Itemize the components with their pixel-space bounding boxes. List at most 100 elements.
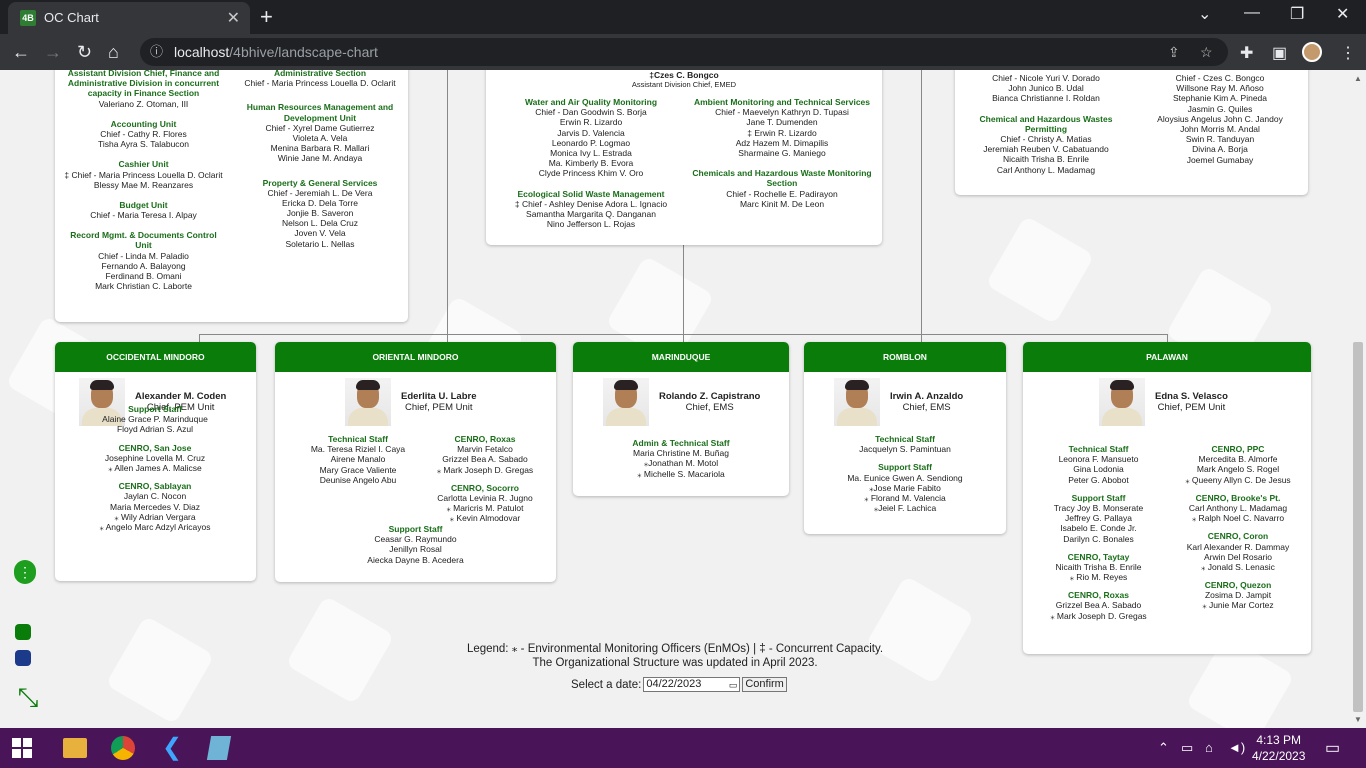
network-icon[interactable]: ⌂ [1205,740,1213,755]
section-block: CENRO, Brooke's Pt. Carl Anthony L. Madam… [1168,493,1308,524]
blue-theme-button[interactable] [15,650,31,666]
permitting-left-column: Chief - Nicole Yuri V. Dorado John Junico… [961,73,1131,175]
legend: Legend: ⁎ - Environmental Monitoring Off… [0,641,1350,655]
notifications-icon[interactable]: ▭ [1325,738,1340,758]
staff-name: John Morris M. Andal [1180,123,1260,134]
province-card-marinduque: MARINDUQUE Rolando Z. Capistrano Chief, EM… [573,342,789,496]
back-icon[interactable]: ← [12,42,30,63]
chief-title: Chief, EMS [685,402,734,413]
section-block: Chief - Czes C. Bongco Willsone Ray M. Añ… [1135,73,1305,165]
staff-name: ⁎ Junie Mar Cortez [1202,600,1274,611]
section-title: Accounting Unit [110,118,177,129]
notepad-icon[interactable] [206,736,232,760]
scroll-thumb[interactable] [1353,342,1363,712]
section-block: CENRO, Roxas Marvin Fetalco Grizzel Bea A.… [415,434,555,475]
staff-name: Bianca Christianne I. Roldan [992,93,1100,104]
file-explorer-icon[interactable] [63,738,87,758]
staff-name: Leonora F. Mansueto [1058,454,1139,465]
collapse-fullscreen-icon[interactable]: ⤡ [14,684,42,712]
staff-name: Ma. Kimberly B. Evora [548,158,634,169]
scroll-down-icon[interactable]: ▼ [1354,715,1362,724]
section-title: CENRO, Coron [1207,531,1269,542]
staff-name: Carlotta Levinia R. Jugno [437,492,533,503]
province-card-oriental-mindoro: ORIENTAL MINDORO Ederlita U. Labre Chief, … [275,342,556,582]
site-info-icon[interactable]: ⓘ [150,38,163,66]
extensions-icon[interactable]: ✚ [1240,43,1253,63]
new-tab-icon[interactable]: + [260,4,273,30]
staff-name: Joven V. Vela [294,228,346,239]
staff-name: Aiecka Dayne B. Acedera [367,554,464,565]
profile-avatar[interactable] [1302,42,1322,62]
chief-photo [1099,378,1145,426]
section-title: CENRO, Sablayan [118,481,192,492]
section-block: Admin & Technical Staff Maria Christine M… [581,438,781,479]
close-tab-icon[interactable]: ✕ [227,8,240,28]
staff-name: Alaine Grace P. Marinduque [102,414,208,425]
url-field[interactable]: ⓘ localhost/4bhive/landscape-chart ⇪ ☆ [140,38,1228,66]
browser-menu-icon[interactable]: ⋮ [1340,43,1356,63]
section-title: CENRO, Taytay [1067,551,1130,562]
province-left-column: Technical Staff Ma. Teresa Riziel I. Caya… [283,434,433,485]
staff-name: Valeriano Z. Otoman, III [98,98,189,109]
close-window-icon[interactable]: ✕ [1336,4,1349,24]
forward-icon[interactable]: → [44,42,62,63]
staff-name: ⁎ Allen James A. Malicse [108,462,202,473]
tab-search-icon[interactable]: ⌄ [1198,4,1211,24]
section-block: Support Staff Tracy Joy B. Monserate Jeffr… [1031,493,1166,544]
section-block: Assistant Division Chief, Finance and Ad… [61,70,226,109]
date-value: 04/22/2023 [646,678,702,690]
section-block: Support Staff Alaine Grace P. Marinduque F… [65,404,245,435]
staff-name: ⁎ Rio M. Reyes [1069,572,1128,583]
section-block: Technical Staff Ma. Teresa Riziel I. Caya… [283,434,433,485]
green-theme-button[interactable] [15,624,31,640]
chief-photo [345,378,391,426]
volume-icon[interactable]: ◄) [1228,740,1245,755]
connector-line [1167,334,1168,342]
staff-name: Carl Anthony L. Madamag [1188,502,1288,513]
chief-info: Irwin A. Anzaldo Chief, EMS [890,391,963,414]
staff-name: Chief - Jeremiah L. De Vera [267,187,373,198]
section-block: CENRO, Socorro Carlotta Levinia R. Jugno ⁎… [415,483,555,524]
side-panel-icon[interactable]: ▣ [1272,43,1287,63]
more-options-icon[interactable]: ⋮ [14,560,36,584]
connector-line [447,70,448,334]
staff-name: Mark Angelo S. Rogel [1196,464,1280,475]
staff-name: ⁎Jeiel F. Lachica [873,503,937,514]
taskbar-clock[interactable]: 4:13 PM 4/22/2023 [1252,732,1305,764]
reload-icon[interactable]: ↻ [77,42,92,63]
province-bottom-column: Support Staff Ceasar G. Raymundo Jenillyn … [275,524,556,565]
photo-hair [614,380,638,390]
section-title: CENRO, Roxas [1068,590,1129,601]
share-icon[interactable]: ⇪ [1168,38,1180,66]
confirm-button[interactable]: Confirm [742,677,787,692]
browser-tab[interactable]: 4B OC Chart ✕ [8,2,250,34]
page-scrollbar[interactable]: ▲ ▼ [1350,70,1366,728]
province-card-palawan: PALAWAN Edna S. Velasco Chief, PEM Unit Tec… [1023,342,1311,654]
staff-name: ⁎ Jonald S. Lenasic [1201,561,1275,572]
staff-name: Ericka D. Dela Torre [282,197,358,208]
calendar-icon[interactable]: ▭ [729,679,738,692]
minimize-icon[interactable]: — [1244,4,1260,22]
date-input[interactable]: 04/22/2023 ▭ [643,677,741,692]
section-block: Support Staff Ma. Eunice Gwen A. Sendiong… [812,462,998,513]
chrome-icon[interactable] [111,736,135,760]
restore-icon[interactable]: ❐ [1290,4,1304,24]
section-title: CENRO, Quezon [1204,580,1272,591]
staff-name: Ma. Eunice Gwen A. Sendiong [847,472,963,483]
battery-icon[interactable]: ▭ [1181,740,1193,756]
vscode-icon[interactable]: ❮ [160,736,184,760]
start-windows-icon[interactable] [12,738,32,758]
section-block: Ecological Solid Waste Management ‡ Chief… [496,189,686,230]
scroll-up-icon[interactable]: ▲ [1354,74,1362,83]
staff-name: Isabelo E. Conde Jr. [1060,523,1137,534]
staff-name: Arwin Del Rosario [1203,551,1273,562]
legend-text: ⁎ - Environmental Monitoring Officers (E… [511,643,884,655]
section-block: Water and Air Quality Monitoring Chief - … [496,97,686,179]
show-hidden-icons-icon[interactable]: ⌃ [1158,740,1169,756]
staff-name: Josephine Lovella M. Cruz [104,452,206,463]
bookmark-star-icon[interactable]: ☆ [1200,38,1213,66]
home-icon[interactable]: ⌂ [108,42,119,63]
staff-name: Stephanie Kim A. Pineda [1172,93,1268,104]
browser-tab-bar: 4B OC Chart ✕ + ⌄ — ❐ ✕ [0,0,1366,34]
finance-column: Assistant Division Chief, Finance and Ad… [61,70,226,291]
